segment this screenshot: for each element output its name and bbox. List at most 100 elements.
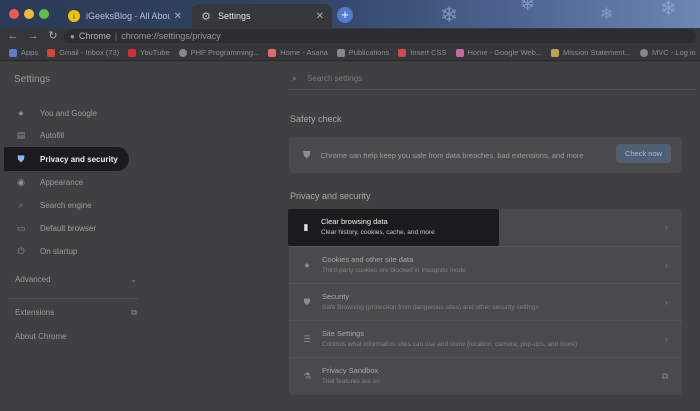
globe-icon [639, 48, 648, 57]
site-settings-row[interactable]: ☰ Site Settings Controls what informatio… [289, 320, 682, 357]
privacy-sandbox-row[interactable]: ⚗ Privacy Sandbox Trial features are on … [289, 357, 682, 394]
igeeksblog-favicon: i [68, 10, 80, 22]
bookmarks-bar: Apps Gmail - Inbox (73) YouTube PHP Prog… [0, 45, 700, 61]
forward-arrow-icon[interactable]: → [26, 29, 40, 43]
sidebar-item-appearance[interactable]: ◉ Appearance [0, 171, 275, 193]
bookmark-item[interactable]: YouTube [128, 48, 170, 57]
flask-icon: ⚗ [302, 371, 312, 381]
check-now-button[interactable]: Check now [616, 144, 671, 163]
safety-check-text: Chrome can help keep you safe from data … [320, 150, 584, 160]
publications-icon [336, 48, 345, 57]
safety-check-heading: Safety check [290, 114, 342, 124]
snowflake-decoration-icon: ❄ [520, 0, 536, 14]
open-external-icon: ⧉ [131, 308, 137, 317]
back-arrow-icon[interactable]: ← [6, 29, 20, 43]
autofill-icon: ▤ [16, 129, 26, 140]
bookmark-item[interactable]: Publications [336, 48, 389, 57]
person-icon: ● [18, 108, 24, 118]
reload-icon[interactable]: ↻ [46, 29, 60, 43]
shield-icon: ⛊ [303, 297, 311, 307]
row-subtitle: Trial features are on [322, 378, 380, 385]
sidebar-item-on-startup[interactable]: ⏻ On startup [0, 240, 275, 262]
clear-browsing-data-row[interactable]: ▮ Clear browsing data Clear history, coo… [288, 209, 499, 246]
shield-check-icon: ⛊ [303, 149, 311, 161]
search-icon: ⌕ [292, 73, 298, 83]
row-subtitle: Third-party cookies are blocked in Incog… [322, 267, 466, 274]
asana-icon [268, 48, 277, 57]
privacy-and-security-heading: Privacy and security [290, 191, 371, 201]
sidebar-advanced[interactable]: Advanced ⌄ [15, 275, 137, 284]
chevron-right-icon: › [665, 222, 668, 232]
sidebar-title: Settings [14, 74, 51, 85]
minimize-window-button[interactable] [24, 9, 34, 19]
chevron-down-icon: ⌄ [130, 275, 137, 284]
bookmark-item[interactable]: Gmail - Inbox (73) [47, 48, 119, 57]
browser-icon: ▭ [16, 222, 26, 233]
search-icon: ⌕ [18, 199, 24, 210]
site-info-icon[interactable]: ● [70, 32, 75, 41]
css-icon [398, 48, 407, 57]
bookmark-item[interactable]: Home - Google Web... [455, 48, 542, 57]
tab-label: iGeeksBlog - All About iPhone, iPad... [86, 11, 170, 21]
bookmark-item[interactable]: Home - Asana [268, 48, 328, 57]
close-tab-icon[interactable]: ✕ [316, 11, 324, 22]
shield-icon: ⛊ [17, 153, 25, 164]
tab-label: Settings [218, 11, 251, 21]
sidebar-item-privacy-and-security[interactable]: ⛊ Privacy and security [4, 147, 129, 171]
sidebar-item-autofill[interactable]: ▤ Autofill [0, 124, 275, 146]
row-subtitle: Clear history, cookies, cache, and more [321, 229, 435, 236]
bookmark-item[interactable]: MVC - Log in [639, 48, 696, 57]
omnibox-site-label: Chrome [78, 31, 111, 41]
row-title: Site Settings [322, 329, 365, 338]
omnibox-url: chrome://settings/privacy [121, 31, 221, 41]
safety-check-card: ⛊ Chrome can help keep you safe from dat… [289, 137, 682, 173]
search-settings-field[interactable]: ⌕ Search settings [288, 68, 696, 90]
open-external-icon: ⧉ [661, 371, 668, 381]
trash-icon: ▮ [303, 222, 309, 232]
omnibox-separator: | [114, 31, 118, 41]
sidebar-item-search-engine[interactable]: ⌕ Search engine [0, 194, 275, 216]
mission-statement-icon [551, 48, 559, 57]
maximize-window-button[interactable] [39, 9, 49, 19]
security-row[interactable]: ⛊ Security Safe Browsing (protection fro… [289, 283, 682, 320]
row-title: Security [322, 292, 350, 301]
globe-icon [178, 48, 187, 57]
close-window-button[interactable] [9, 9, 19, 19]
row-title: Clear browsing data [321, 217, 388, 226]
youtube-icon [128, 48, 137, 57]
snowflake-decoration-icon: ❄ [600, 6, 614, 23]
chevron-right-icon: › [665, 334, 668, 344]
sidebar-divider [8, 298, 138, 299]
sidebar-item-about-chrome[interactable]: About Chrome [15, 332, 67, 341]
bookmark-item[interactable]: Mission Statement... [551, 48, 631, 57]
bookmark-item[interactable]: PHP Programming... [178, 48, 259, 57]
row-title: Cookies and other site data [322, 255, 414, 264]
apps-icon [9, 48, 17, 57]
chevron-right-icon: › [665, 297, 668, 307]
sidebar-item-extensions[interactable]: Extensions ⧉ [15, 308, 137, 317]
close-tab-icon[interactable]: ✕ [174, 11, 182, 22]
sliders-icon: ☰ [302, 334, 312, 344]
privacy-and-security-card: › ▮ Clear browsing data Clear history, c… [288, 209, 682, 395]
new-tab-button[interactable]: + [337, 7, 353, 23]
search-placeholder: Search settings [307, 74, 363, 83]
title-bar: ❄ ❄ ❄ ❄ i iGeeksBlog - All About iPhone,… [0, 0, 700, 30]
address-bar[interactable]: ● Chrome | chrome://settings/privacy [64, 29, 696, 43]
row-subtitle: Controls what information sites can use … [322, 341, 578, 348]
settings-page: Settings ● You and Google ▤ Autofill ⛊ P… [0, 62, 700, 411]
snowflake-decoration-icon: ❄ [660, 0, 677, 20]
bookmark-item[interactable]: Apps [9, 48, 38, 57]
toolbar: ← → ↻ ● Chrome | chrome://settings/priva… [0, 28, 700, 44]
bookmark-item[interactable]: Insert CSS [398, 48, 447, 57]
gear-icon: ⚙ [201, 10, 211, 23]
cookie-icon: ● [304, 260, 310, 270]
power-icon: ⏻ [17, 245, 25, 256]
google-web-icon [455, 48, 464, 57]
tab-settings[interactable]: ⚙ Settings ✕ [192, 4, 332, 28]
sidebar-item-you-and-google[interactable]: ● You and Google [0, 102, 275, 124]
palette-icon: ◉ [17, 176, 25, 187]
sidebar-item-default-browser[interactable]: ▭ Default browser [0, 217, 275, 239]
chevron-right-icon: › [665, 260, 668, 270]
cookies-row[interactable]: ● Cookies and other site data Third-part… [289, 246, 682, 283]
tab-igeeksblog[interactable]: i iGeeksBlog - All About iPhone, iPad...… [60, 4, 190, 28]
